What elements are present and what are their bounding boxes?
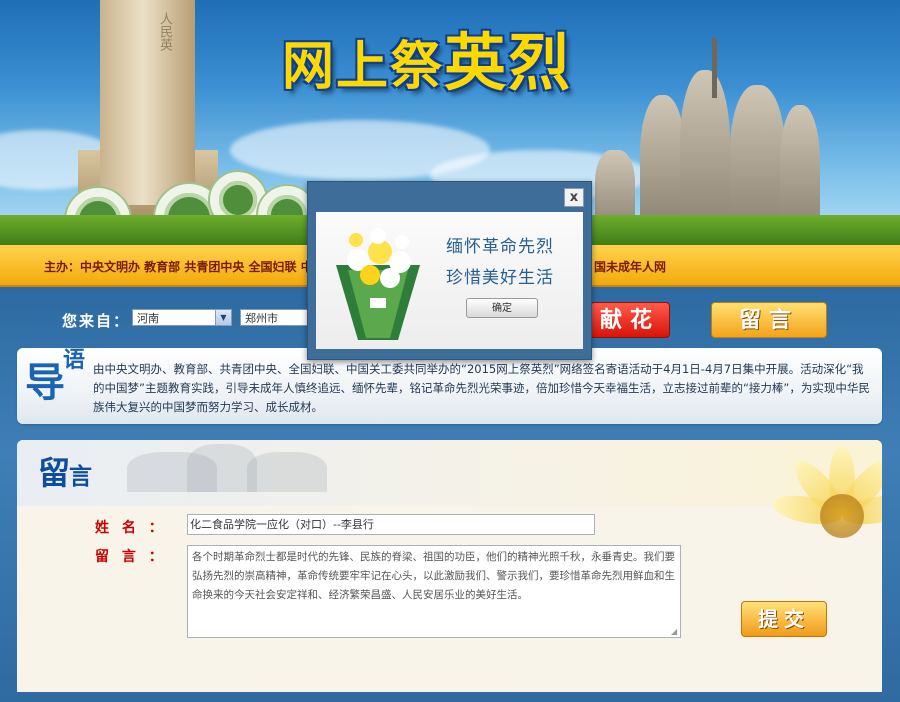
site-title: 网上祭英烈 <box>282 26 573 99</box>
message-section-title-small: 言 <box>69 463 92 490</box>
statue-flag-pole <box>712 38 717 98</box>
modal-body: 缅怀革命先烈 珍惜美好生活 确定 <box>316 212 583 349</box>
statue-image <box>780 105 820 230</box>
message-section-header <box>17 440 882 506</box>
chevron-down-icon: ▼ <box>215 310 231 325</box>
modal-message-line1: 缅怀革命先烈 <box>446 237 554 257</box>
sponsor-text: 主办：中央文明办 教育部 共青团中央 全国妇联 中 <box>44 260 313 274</box>
origin-label: 您来自： <box>62 312 131 330</box>
resize-grip-icon[interactable]: ◢ <box>671 628 679 636</box>
tribute-modal: x 缅怀革命先烈 珍惜美好生活 确定 <box>307 181 592 360</box>
submit-button[interactable]: 提交 <box>741 601 827 637</box>
province-select[interactable]: 河南 ▼ <box>132 309 232 326</box>
close-button[interactable]: x <box>564 188 584 207</box>
name-input[interactable]: 化二食品学院一应化（对口）--李县行 <box>187 514 595 535</box>
flower-core-decoration <box>820 494 864 538</box>
name-label: 姓 名 ： <box>95 520 167 536</box>
intro-heading-icon-small: 语 <box>63 347 86 373</box>
message-section: 留 言 姓 名 ： 化二食品学院一应化（对口）--李县行 留 言 ： 各个时期革… <box>17 440 882 692</box>
bouquet-image <box>336 228 420 340</box>
message-textarea[interactable]: 各个时期革命烈士都是时代的先锋、民族的脊梁、祖国的功臣，他们的精神光照千秋，永垂… <box>187 545 681 638</box>
city-select[interactable]: 郑州市 <box>240 309 308 326</box>
statue-image <box>640 95 685 225</box>
statue-image <box>730 85 785 230</box>
statue-image <box>680 70 730 230</box>
message-textarea-value: 各个时期革命烈士都是时代的先锋、民族的脊梁、祖国的功臣，他们的精神光照千秋，永垂… <box>192 551 675 601</box>
monument-carving: 人民英 <box>157 12 172 51</box>
intro-text: 由中央文明办、教育部、共青团中央、全国妇联、中国关工委共同举办的“2015网上祭… <box>93 362 870 414</box>
province-select-value: 河南 <box>137 312 159 325</box>
modal-message-line2: 珍惜美好生活 <box>446 268 554 288</box>
flower-button[interactable]: 献花 <box>590 302 670 338</box>
confirm-button[interactable]: 确定 <box>466 298 538 318</box>
city-select-value: 郑州市 <box>245 312 278 325</box>
intro-heading-icon: 导 <box>25 359 65 406</box>
message-button[interactable]: 留言 <box>711 302 827 338</box>
message-section-title: 留 <box>38 454 71 492</box>
sponsor-text-tail: 国未成年人网 <box>594 260 667 274</box>
tree-decoration <box>247 452 327 492</box>
message-label: 留 言 ： <box>95 549 167 565</box>
monument-image <box>100 0 195 205</box>
